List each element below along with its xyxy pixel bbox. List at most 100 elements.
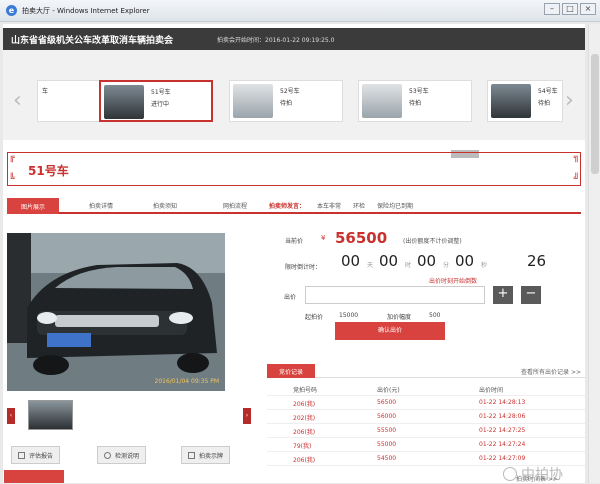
increase-bid-button[interactable]: + — [493, 286, 513, 304]
auctioneer-label: 拍卖师发言： — [269, 203, 306, 210]
carousel-item-lot: 52号车 — [280, 88, 300, 95]
auction-name: 山东省省级机关公车改革取消车辆拍卖会 — [11, 36, 174, 46]
increment-label: 加价幅度 — [387, 314, 412, 321]
ie-logo-icon: e — [6, 5, 17, 16]
records-tabs: 竞价记录 查看所有出价记录 >> — [267, 364, 585, 378]
bid-time: 01-22 14:27:09 — [479, 455, 526, 462]
countdown-unit: 分 — [443, 262, 450, 269]
bid-time: 01-22 14:28:06 — [479, 413, 526, 420]
bid-time: 01-22 14:27:24 — [479, 441, 526, 448]
bid-amount-field[interactable]: 出价 — [284, 286, 485, 304]
photo-thumbnail[interactable] — [28, 400, 73, 430]
list-icon — [188, 452, 195, 459]
tab-bid-records[interactable]: 竞价记录 — [267, 364, 316, 378]
carousel-item[interactable]: 53号车 待拍 — [358, 80, 472, 122]
photo-thumbnails: ‹ › — [7, 400, 251, 430]
bid-amount: 56500 — [377, 399, 397, 406]
window-title: 拍卖大厅 - Windows Internet Explorer — [22, 7, 150, 15]
maximize-button[interactable]: □ — [562, 3, 578, 15]
countdown-ticks: 26 — [527, 252, 547, 270]
lot-title: 51号车 — [28, 164, 69, 178]
minimize-button[interactable]: – — [544, 3, 560, 15]
header-time: 出价时间 — [479, 387, 504, 394]
table-row: 202(我) 56000 01-22 14:28:06 — [267, 410, 585, 424]
currency-symbol: ¥ — [321, 234, 326, 242]
thumb-prev-icon[interactable]: ‹ — [7, 408, 15, 424]
header-amount: 出价(元) — [377, 387, 400, 394]
schedule-link[interactable]: 拍卖时间表 >> — [516, 474, 558, 483]
bid-input-label: 出价 — [284, 294, 297, 301]
carousel-item-lot: 51号车 — [151, 89, 171, 96]
bidder-number: 202(我) — [293, 415, 316, 422]
record-label: 拍卖示牌 — [199, 453, 224, 460]
countdown-seconds: 00 — [455, 252, 475, 270]
table-row: 206(我) 56500 01-22 14:28:13 — [267, 396, 585, 410]
evaluation-report-button[interactable]: 评估报告 — [11, 446, 61, 464]
corner-ornament-icon: ╗ — [573, 153, 579, 163]
carousel-item-status: 待拍 — [538, 100, 551, 107]
car-thumbnail — [491, 84, 531, 118]
inspection-button[interactable]: 检测说明 — [97, 446, 147, 464]
table-header: 竞拍号码 出价(元) 出价时间 — [267, 382, 585, 396]
footer-tab[interactable] — [4, 470, 64, 483]
close-button[interactable]: × — [580, 3, 596, 15]
corner-ornament-icon: ╔ — [9, 153, 15, 163]
lot-carousel: ‹ 车 51号车 进行中 52号车 待拍 53号车 待拍 54号车 待拍 › — [3, 50, 585, 158]
evaluation-report-label: 评估报告 — [29, 453, 54, 460]
carousel-item-lot: 53号车 — [409, 88, 429, 95]
start-price: 15000 — [339, 312, 359, 319]
increment-value: 500 — [429, 312, 441, 319]
photo-timestamp: 2016/01/04 09:35 PM — [154, 378, 219, 385]
current-price: 56500 — [335, 229, 388, 247]
bid-amount: 56000 — [377, 413, 397, 420]
decrease-bid-button[interactable]: − — [521, 286, 541, 304]
carousel-item-active[interactable]: 51号车 进行中 — [99, 80, 213, 122]
carousel-item-status: 待拍 — [280, 100, 293, 107]
lot-tabs: 图片展示 拍卖详情 拍卖须知 网拍流程 拍卖师发言： 本车非常 环检 保险均已到… — [7, 198, 581, 214]
record-button[interactable]: 拍卖示牌 — [181, 446, 231, 464]
bidder-number: 206(我) — [293, 457, 316, 464]
auctioneer-message-2: 环检 — [353, 203, 366, 210]
carousel-next-icon[interactable]: › — [565, 88, 574, 113]
current-price-label: 当前价 — [285, 238, 304, 245]
bidder-number: 206(我) — [293, 429, 316, 436]
window-controls: – □ × — [544, 3, 596, 15]
wechat-icon — [503, 467, 517, 481]
bidder-number: 79(我) — [293, 443, 312, 450]
confirm-bid-button[interactable]: 确认出价 — [335, 322, 445, 340]
bid-amount: 54500 — [377, 455, 397, 462]
header-bidder: 竞拍号码 — [293, 387, 318, 394]
carousel-item[interactable]: 52号车 待拍 — [229, 80, 343, 122]
page-scrollbar[interactable] — [588, 24, 600, 483]
auction-header: 山东省省级机关公车改革取消车辆拍卖会 拍卖会开始时间：2016-01-22 09… — [3, 28, 585, 50]
auction-start-time: 拍卖会开始时间：2016-01-22 09:19:25.0 — [217, 37, 335, 44]
bid-records-table: 竞拍号码 出价(元) 出价时间 206(我) 56500 01-22 14:28… — [267, 382, 585, 466]
tab-photos[interactable]: 图片展示 — [7, 198, 60, 214]
carousel-item-lot: 车 — [42, 88, 49, 95]
car-photo-illustration — [7, 233, 225, 391]
carousel-prev-icon[interactable]: ‹ — [13, 88, 22, 113]
start-price-label: 起拍价 — [305, 314, 324, 321]
view-all-records-link[interactable]: 查看所有出价记录 >> — [521, 367, 581, 376]
window-titlebar: e 拍卖大厅 - Windows Internet Explorer – □ × — [0, 0, 600, 22]
document-icon — [18, 452, 25, 459]
price-note: (出价额度不计价调整) — [403, 238, 462, 245]
countdown-note: 出价时刻开始倒数 — [429, 278, 478, 285]
target-icon — [104, 452, 111, 459]
countdown-hours: 00 — [379, 252, 399, 270]
carousel-item[interactable]: 54号车 待拍 — [487, 80, 563, 122]
car-thumbnail — [104, 85, 144, 119]
bid-panel: 当前价 ¥ 56500 (出价额度不计价调整) 限时倒计时： 00 天 00 时… — [283, 224, 583, 364]
car-thumbnail — [362, 84, 402, 118]
tab-details[interactable]: 拍卖详情 — [89, 201, 113, 210]
thumb-next-icon[interactable]: › — [243, 408, 251, 424]
countdown-unit: 时 — [405, 262, 412, 269]
bid-amount: 55000 — [377, 441, 397, 448]
auction-page: 山东省省级机关公车改革取消车辆拍卖会 拍卖会开始时间：2016-01-22 09… — [3, 24, 585, 483]
tab-guide[interactable]: 网拍流程 — [223, 201, 247, 210]
scrollbar-thumb[interactable] — [591, 54, 599, 174]
carousel-item-status: 进行中 — [151, 101, 170, 108]
countdown-label: 限时倒计时： — [285, 264, 322, 271]
tab-rules[interactable]: 拍卖须知 — [153, 201, 177, 210]
auctioneer-message-3: 保险均已到期 — [377, 203, 414, 210]
